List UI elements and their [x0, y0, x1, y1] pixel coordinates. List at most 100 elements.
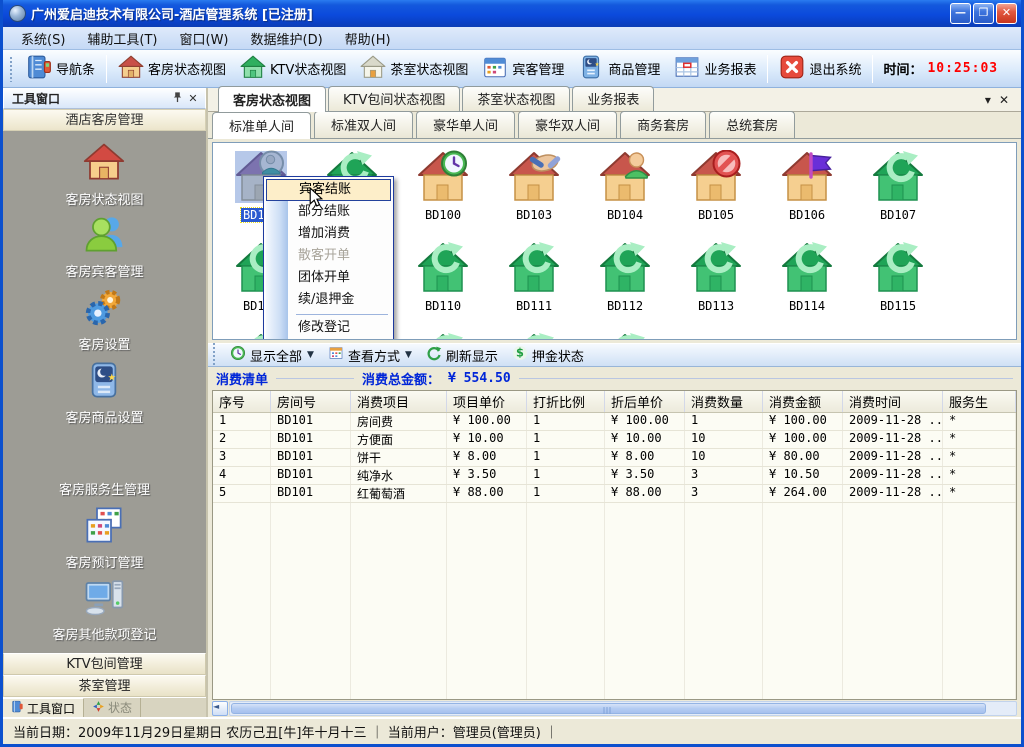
room-type-tab-1[interactable]: 标准双人间 [314, 111, 413, 138]
room-BD106[interactable]: BD106 [764, 150, 850, 223]
room-type-tab-3[interactable]: 豪华双人间 [518, 111, 617, 138]
column-header-5[interactable]: 折后单价 [605, 391, 685, 412]
consumption-total-value: ¥ 554.50 [448, 371, 511, 386]
close-button[interactable]: ✕ [996, 3, 1017, 24]
room-type-tab-4[interactable]: 商务套房 [620, 111, 706, 138]
room-BD104[interactable]: BD104 [582, 150, 668, 223]
sidebar-item-3[interactable]: ★客房商品设置 [65, 359, 143, 426]
room-BD107[interactable]: BD107 [855, 150, 941, 223]
tab-2[interactable]: 茶室状态视图 [462, 86, 570, 111]
column-header-2[interactable]: 消费项目 [351, 391, 447, 412]
sidebar-bottom-tab-1[interactable]: 状态 [84, 698, 141, 717]
divider-line [276, 378, 354, 379]
table-row-1[interactable]: 2BD101方便面¥ 10.001¥ 10.0010¥ 100.002009-1… [213, 431, 1016, 449]
context-menu-item-1[interactable]: 部分结账 [266, 201, 391, 223]
column-header-8[interactable]: 消费时间 [843, 391, 943, 412]
room-BD111[interactable]: BD111 [491, 241, 577, 314]
toolbar-button-3[interactable]: 茶室状态视图 [353, 51, 475, 87]
column-header-9[interactable]: 服务生 [943, 391, 1016, 412]
column-header-0[interactable]: 序号 [213, 391, 271, 412]
table-row-0[interactable]: 1BD101房间费¥ 100.001¥ 100.001¥ 100.002009-… [213, 413, 1016, 431]
toolbar-button-6[interactable]: 业务报表 [667, 51, 763, 87]
sidebar-section-0[interactable]: KTV包间管理 [3, 653, 206, 675]
room-BD112[interactable]: BD112 [582, 241, 668, 314]
room-BD115[interactable]: BD115 [855, 241, 941, 314]
context-menu-item-5[interactable]: 续/退押金 [266, 289, 391, 311]
goods-management-icon: ★ [578, 54, 604, 84]
sidebar-section-hotel-rooms[interactable]: 酒店客房管理 [3, 109, 206, 131]
toolbar-button-4[interactable]: 宾客管理 [475, 51, 571, 87]
room-BD120[interactable]: BD120 [582, 332, 668, 340]
room-type-tab-5[interactable]: 总统套房 [709, 111, 795, 138]
room-BD100[interactable]: BD100 [400, 150, 486, 223]
table-row-3[interactable]: 4BD101纯净水¥ 3.501¥ 3.503¥ 10.502009-11-28… [213, 467, 1016, 485]
view-toolbar-button-3[interactable]: $押金状态 [506, 343, 590, 367]
toolbar-button-7[interactable]: 退出系统 [772, 51, 868, 87]
sidebar-section-1[interactable]: 茶室管理 [3, 675, 206, 697]
column-header-4[interactable]: 打折比例 [527, 391, 605, 412]
scrollbar-thumb[interactable] [231, 703, 986, 714]
cell: 1 [527, 467, 605, 484]
cell [527, 503, 605, 699]
minimize-button[interactable]: — [950, 3, 971, 24]
close-tool-window-icon[interactable]: ✕ [185, 91, 201, 106]
room-BD110[interactable]: BD110 [400, 241, 486, 314]
maximize-button[interactable]: ❐ [973, 3, 994, 24]
table-row-4[interactable]: 5BD101红葡萄酒¥ 88.001¥ 88.003¥ 264.002009-1… [213, 485, 1016, 503]
cell: ¥ 100.00 [605, 413, 685, 430]
toolbar-button-5[interactable]: ★商品管理 [571, 51, 667, 87]
context-menu-item-2[interactable]: 增加消费 [266, 223, 391, 245]
room-BD118[interactable]: BD118 [400, 332, 486, 340]
toolbar-button-1[interactable]: 客房状态视图 [111, 51, 233, 87]
cell: ¥ 88.00 [447, 485, 527, 502]
sidebar-item-5[interactable]: 客房预订管理 [65, 504, 143, 571]
menu-item-3[interactable]: 数据维护(D) [241, 27, 333, 50]
app-icon [9, 5, 26, 22]
menu-item-0[interactable]: 系统(S) [11, 27, 75, 50]
menu-item-1[interactable]: 辅助工具(T) [77, 27, 167, 50]
menu-item-2[interactable]: 窗口(W) [170, 27, 239, 50]
pin-icon[interactable] [169, 91, 185, 106]
scroll-left-button[interactable]: ◄ [212, 701, 228, 716]
tab-dropdown-icon[interactable]: ▾ [985, 93, 991, 107]
context-menu-item-0[interactable]: 宾客结账 [266, 179, 391, 201]
toolbar-button-0[interactable]: 导航条 [19, 51, 102, 87]
ktv-status-icon [240, 54, 266, 84]
view-toolbar-button-2[interactable]: 刷新显示 [420, 343, 504, 367]
menu-item-4[interactable]: 帮助(H) [335, 27, 401, 50]
guest-person-icon [83, 213, 125, 259]
view-toolbar-button-0[interactable]: 显示全部▼ [224, 343, 320, 367]
room-BD114[interactable]: BD114 [764, 241, 850, 314]
column-header-1[interactable]: 房间号 [271, 391, 351, 412]
sidebar-bottom-tab-0[interactable]: 工具窗口 [3, 698, 84, 717]
sidebar-item-label: 客房设置 [78, 334, 130, 353]
room-BD113[interactable]: BD113 [673, 241, 759, 314]
sidebar-item-6[interactable]: 客房其他款项登记 [52, 576, 156, 643]
room-type-tab-2[interactable]: 豪华单人间 [416, 111, 515, 138]
toolbar-button-2[interactable]: KTV状态视图 [233, 51, 353, 87]
context-menu-item-8[interactable]: 更改房间 [266, 339, 391, 340]
sidebar-item-1[interactable]: 客房宾客管理 [65, 213, 143, 280]
cell: ¥ 10.00 [447, 431, 527, 448]
sidebar-item-4[interactable]: 客房服务生管理 [59, 431, 150, 498]
room-type-tab-0[interactable]: 标准单人间 [212, 112, 311, 139]
column-header-6[interactable]: 消费数量 [685, 391, 763, 412]
title-bar[interactable]: 广州爱启迪技术有限公司-酒店管理系统 [已注册] — ❐ ✕ [3, 0, 1021, 27]
table-row-2[interactable]: 3BD101饼干¥ 8.001¥ 8.0010¥ 80.002009-11-28… [213, 449, 1016, 467]
room-BD119[interactable]: BD119 [491, 332, 577, 340]
tab-close-icon[interactable]: ✕ [999, 93, 1009, 107]
tab-0[interactable]: 客房状态视图 [218, 86, 326, 112]
column-header-7[interactable]: 消费金额 [763, 391, 843, 412]
context-menu-item-7[interactable]: 修改登记 [266, 317, 391, 339]
scrollbar-track[interactable] [229, 701, 1017, 716]
column-header-3[interactable]: 项目单价 [447, 391, 527, 412]
tab-1[interactable]: KTV包间状态视图 [328, 86, 460, 111]
room-BD103[interactable]: BD103 [491, 150, 577, 223]
view-toolbar-button-1[interactable]: 查看方式▼ [322, 343, 418, 367]
tab-3[interactable]: 业务报表 [572, 86, 654, 111]
sidebar-item-0[interactable]: 客房状态视图 [65, 141, 143, 208]
room-BD105[interactable]: BD105 [673, 150, 759, 223]
sidebar-item-2[interactable]: 客房设置 [78, 286, 130, 353]
booking-calendar-icon [83, 504, 125, 550]
context-menu-item-4[interactable]: 团体开单 [266, 267, 391, 289]
